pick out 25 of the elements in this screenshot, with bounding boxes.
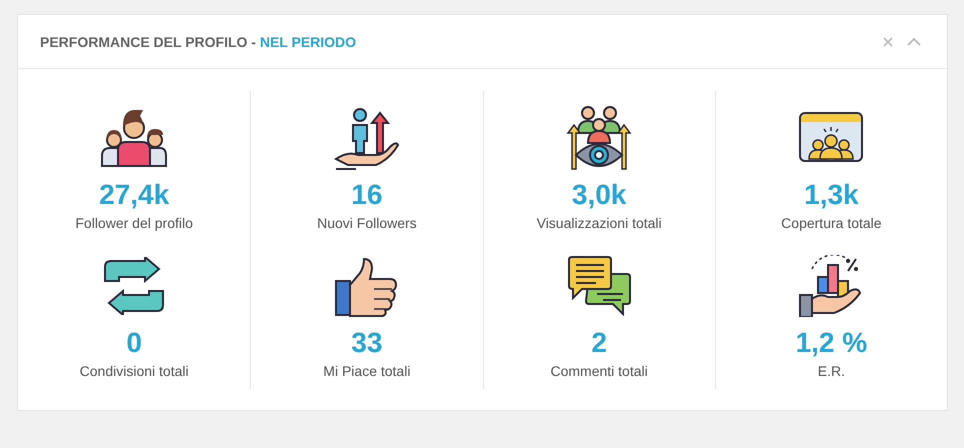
people-icon: [100, 108, 168, 168]
stat-value: 3,0k: [572, 179, 626, 211]
stat-label: E.R.: [818, 363, 845, 379]
stat-label: Mi Piace totali: [323, 363, 410, 379]
stat-value: 1,3k: [804, 179, 859, 211]
audience-screen-icon: [798, 111, 864, 165]
chat-bubbles-icon: [567, 256, 632, 316]
close-icon[interactable]: [883, 36, 893, 46]
stat-value: 16: [351, 179, 382, 211]
stat-value: 0: [126, 327, 142, 359]
stat-label: Commenti totali: [550, 363, 648, 379]
stat-value: 2: [591, 327, 607, 359]
person-on-hand-icon: [334, 105, 400, 171]
thumbs-up-icon: [334, 255, 400, 317]
stat-label: Nuovi Followers: [317, 215, 417, 231]
panel-title: PERFORMANCE DEL PROFILO - NEL PERIODO: [40, 34, 358, 50]
stat-label: Copertura totale: [781, 215, 882, 231]
eye-with-people-icon: [566, 105, 632, 171]
chevron-up-icon[interactable]: [907, 37, 921, 46]
stat-label: Visualizzazioni totali: [536, 215, 662, 231]
stat-value: 27,4k: [99, 179, 170, 211]
stat-label: Condivisioni totali: [80, 363, 189, 379]
stat-value: 33: [351, 327, 382, 359]
stat-label: Follower del profilo: [75, 215, 193, 231]
stat-value: 1,2 %: [796, 327, 868, 359]
